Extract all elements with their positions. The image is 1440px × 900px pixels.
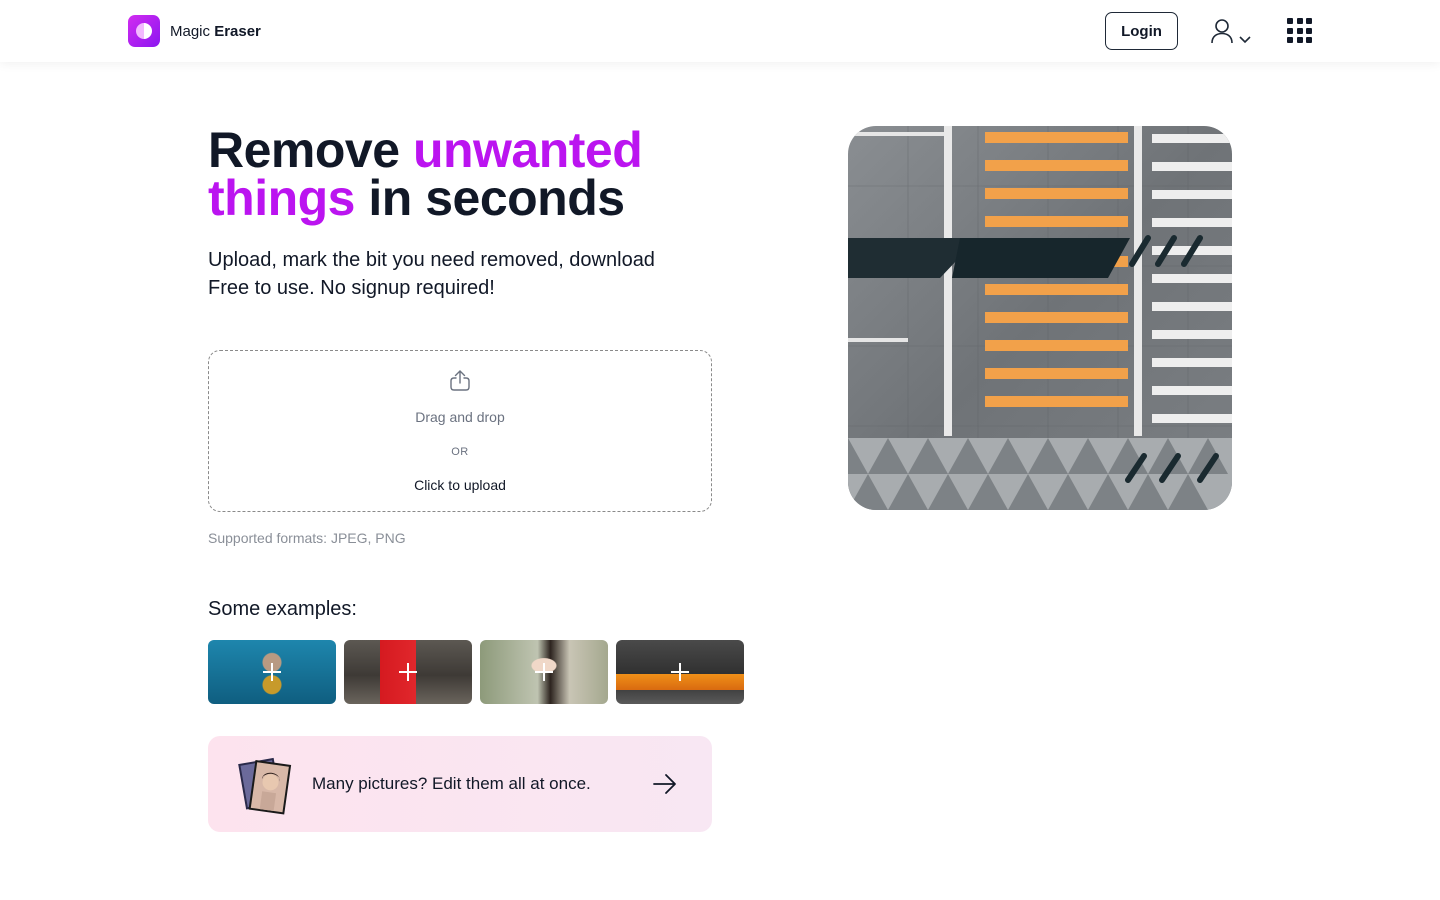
stacked-photos-icon [238,757,292,815]
crosswalk-aerial-illustration [848,126,1232,510]
drag-and-drop-text: Drag and drop [415,409,505,425]
grid-dot [1287,37,1293,43]
examples-heading: Some examples: [208,598,357,620]
brand-name: Magic Eraser [170,23,261,40]
or-separator: OR [451,446,469,458]
chevron-down-icon [1239,36,1251,44]
example-soda-can-thumbnail[interactable] [344,640,472,704]
headline-part-2: in seconds [354,170,625,226]
click-to-upload-link[interactable]: Click to upload [209,477,711,493]
hero-headline: Remove unwanted things in seconds [208,125,728,223]
hero-subtitle: Upload, mark the bit you need removed, d… [208,246,728,302]
supported-formats-text: Supported formats: JPEG, PNG [208,530,406,546]
brand-logo[interactable]: Magic Eraser [128,15,261,47]
example-dog-thumbnail[interactable] [208,640,336,704]
plus-icon [671,663,689,681]
top-navbar: Magic Eraser Login [0,0,1440,62]
arrow-right-icon [653,774,676,794]
plus-icon [535,663,553,681]
subtitle-line-2: Free to use. No signup required! [208,277,495,299]
brand-name-first: Magic [170,22,211,40]
grid-dot [1287,27,1293,34]
user-icon [1211,19,1233,44]
plus-icon [399,663,417,681]
grid-dot [1306,18,1312,24]
examples-list [208,640,744,704]
brand-name-second: Eraser [214,22,261,40]
subtitle-line-1: Upload, mark the bit you need removed, d… [208,249,655,271]
upload-icon [450,370,470,391]
grid-dot [1296,27,1303,34]
grid-dot [1306,37,1312,43]
headline-accent-2: things [208,170,355,226]
batch-edit-banner[interactable]: Many pictures? Edit them all at once. [208,736,712,832]
hero-example-image [848,126,1232,510]
grid-dot [1296,37,1303,43]
plus-icon [263,663,281,681]
batch-edit-text: Many pictures? Edit them all at once. [312,774,591,793]
example-sports-car-thumbnail[interactable] [616,640,744,704]
grid-dot [1287,18,1293,24]
magic-eraser-logo-icon [128,15,160,47]
login-button[interactable]: Login [1105,12,1178,50]
example-woman-portrait-thumbnail[interactable] [480,640,608,704]
apps-grid-icon[interactable] [1287,18,1312,43]
grid-dot [1296,18,1303,24]
grid-dot [1306,27,1312,34]
upload-dropzone[interactable]: Drag and drop OR Click to upload [208,350,712,512]
user-account-menu[interactable] [1210,18,1252,44]
